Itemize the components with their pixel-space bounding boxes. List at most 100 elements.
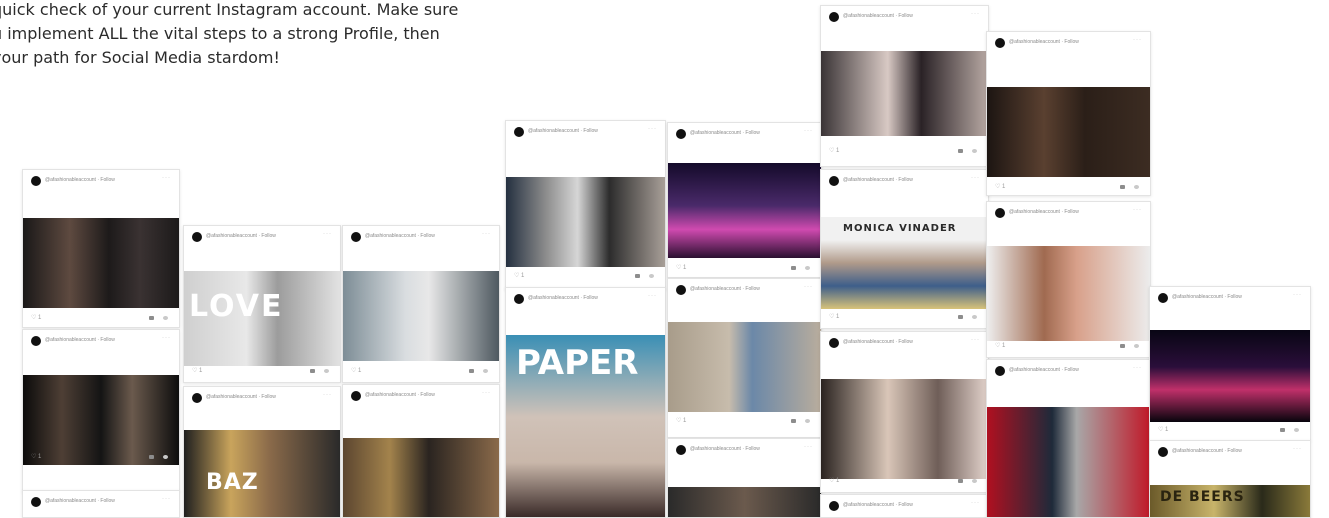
instagram-post-card[interactable]: @afashionableaccount · Follow ··· ♡ 1 xyxy=(820,331,989,493)
avatar[interactable] xyxy=(829,12,839,22)
post-handle[interactable]: @afashionableaccount · Follow xyxy=(690,130,760,136)
post-handle[interactable]: @afashionableaccount · Follow xyxy=(690,446,760,452)
instagram-post-card[interactable]: @afashionableaccount · Follow ··· ♡ 1 xyxy=(22,329,180,492)
avatar[interactable] xyxy=(676,129,686,139)
post-photo[interactable]: PAPER xyxy=(506,335,665,517)
instagram-post-card[interactable]: @afashionableaccount · Follow ··· ♡ 1 xyxy=(22,169,180,328)
post-handle[interactable]: @afashionableaccount · Follow xyxy=(690,286,760,292)
share-icon[interactable] xyxy=(649,274,654,278)
share-icon[interactable] xyxy=(324,369,329,373)
share-icon[interactable] xyxy=(1294,428,1299,432)
avatar[interactable] xyxy=(351,391,361,401)
more-options-icon[interactable]: ··· xyxy=(648,293,657,299)
avatar[interactable] xyxy=(31,176,41,186)
avatar[interactable] xyxy=(676,285,686,295)
instagram-post-card[interactable]: @afashionableaccount · Follow ··· LOVE ♡ 1 xyxy=(183,225,341,383)
like-count[interactable]: ♡ 1 xyxy=(995,183,1005,190)
instagram-post-card[interactable]: @afashionableaccount · Follow ··· DE BEERS xyxy=(1149,440,1311,518)
post-handle[interactable]: @afashionableaccount · Follow xyxy=(843,502,913,508)
post-handle[interactable]: @afashionableaccount · Follow xyxy=(45,177,115,183)
like-count[interactable]: ♡ 1 xyxy=(676,264,686,271)
post-photo[interactable] xyxy=(506,177,665,267)
post-handle[interactable]: @afashionableaccount · Follow xyxy=(45,337,115,343)
post-photo[interactable] xyxy=(343,271,499,361)
more-options-icon[interactable]: ··· xyxy=(1133,365,1142,371)
comment-icon[interactable] xyxy=(310,369,315,373)
avatar[interactable] xyxy=(829,501,839,511)
post-photo[interactable] xyxy=(668,322,821,412)
like-count[interactable]: ♡ 1 xyxy=(995,342,1005,349)
more-options-icon[interactable]: ··· xyxy=(1293,292,1302,298)
more-options-icon[interactable]: ··· xyxy=(162,175,171,181)
comment-icon[interactable] xyxy=(1280,428,1285,432)
comment-icon[interactable] xyxy=(469,369,474,373)
post-photo[interactable] xyxy=(987,246,1150,341)
share-icon[interactable] xyxy=(483,369,488,373)
more-options-icon[interactable]: ··· xyxy=(971,11,980,17)
share-icon[interactable] xyxy=(805,419,810,423)
like-count[interactable]: ♡ 1 xyxy=(829,313,839,320)
instagram-post-card[interactable]: @afashionableaccount · Follow ··· ♡ 1 xyxy=(667,122,822,278)
post-handle[interactable]: @afashionableaccount · Follow xyxy=(843,13,913,19)
like-count[interactable]: ♡ 1 xyxy=(676,417,686,424)
comment-icon[interactable] xyxy=(635,274,640,278)
avatar[interactable] xyxy=(829,176,839,186)
share-icon[interactable] xyxy=(805,266,810,270)
instagram-post-card[interactable]: @afashionableaccount · Follow ··· MONICA V… xyxy=(820,169,989,329)
instagram-post-card[interactable]: @afashionableaccount · Follow ··· ♡ 1 xyxy=(820,5,989,167)
post-handle[interactable]: @afashionableaccount · Follow xyxy=(843,339,913,345)
post-photo[interactable] xyxy=(23,218,179,308)
share-icon[interactable] xyxy=(972,479,977,483)
post-photo[interactable]: MONICA VINADER xyxy=(821,217,988,309)
comment-icon[interactable] xyxy=(958,315,963,319)
post-photo[interactable] xyxy=(1150,330,1310,422)
comment-icon[interactable] xyxy=(149,455,154,459)
more-options-icon[interactable]: ··· xyxy=(1133,37,1142,43)
post-handle[interactable]: @afashionableaccount · Follow xyxy=(528,128,598,134)
avatar[interactable] xyxy=(31,497,41,507)
instagram-post-card[interactable]: @afashionableaccount · Follow ··· ♡ 1 xyxy=(342,225,500,383)
instagram-post-card[interactable]: @afashionableaccount · Follow ··· xyxy=(342,384,500,518)
more-options-icon[interactable]: ··· xyxy=(1293,446,1302,452)
post-photo[interactable] xyxy=(343,438,499,517)
avatar[interactable] xyxy=(1158,293,1168,303)
more-options-icon[interactable]: ··· xyxy=(804,444,813,450)
share-icon[interactable] xyxy=(163,316,168,320)
post-handle[interactable]: @afashionableaccount · Follow xyxy=(1172,294,1242,300)
comment-icon[interactable] xyxy=(1120,185,1125,189)
avatar[interactable] xyxy=(829,338,839,348)
avatar[interactable] xyxy=(514,127,524,137)
share-icon[interactable] xyxy=(972,315,977,319)
comment-icon[interactable] xyxy=(958,149,963,153)
post-photo[interactable] xyxy=(668,487,821,517)
instagram-post-card[interactable]: @afashionableaccount · Follow ··· PAPER xyxy=(505,287,666,518)
post-handle[interactable]: @afashionableaccount · Follow xyxy=(1172,448,1242,454)
more-options-icon[interactable]: ··· xyxy=(804,128,813,134)
avatar[interactable] xyxy=(995,366,1005,376)
like-count[interactable]: ♡ 1 xyxy=(31,314,41,321)
post-photo[interactable] xyxy=(668,163,821,258)
avatar[interactable] xyxy=(676,445,686,455)
instagram-post-card[interactable]: @afashionableaccount · Follow ··· xyxy=(22,490,180,518)
post-handle[interactable]: @afashionableaccount · Follow xyxy=(365,392,435,398)
post-handle[interactable]: @afashionableaccount · Follow xyxy=(1009,209,1079,215)
like-count[interactable]: ♡ 1 xyxy=(514,272,524,279)
share-icon[interactable] xyxy=(1134,344,1139,348)
avatar[interactable] xyxy=(31,336,41,346)
like-count[interactable]: ♡ 1 xyxy=(192,367,202,374)
comment-icon[interactable] xyxy=(791,419,796,423)
avatar[interactable] xyxy=(995,208,1005,218)
avatar[interactable] xyxy=(192,393,202,403)
post-photo[interactable] xyxy=(821,51,988,136)
post-handle[interactable]: @afashionableaccount · Follow xyxy=(45,498,115,504)
comment-icon[interactable] xyxy=(149,316,154,320)
avatar[interactable] xyxy=(514,294,524,304)
post-photo[interactable] xyxy=(821,379,988,479)
instagram-post-card[interactable]: @afashionableaccount · Follow ··· BAZ xyxy=(183,386,341,518)
more-options-icon[interactable]: ··· xyxy=(804,284,813,290)
more-options-icon[interactable]: ··· xyxy=(323,392,332,398)
post-photo[interactable]: DE BEERS xyxy=(1150,485,1310,517)
avatar[interactable] xyxy=(351,232,361,242)
instagram-post-card[interactable]: @afashionableaccount · Follow ··· ♡ 1 xyxy=(1149,286,1311,441)
more-options-icon[interactable]: ··· xyxy=(482,231,491,237)
